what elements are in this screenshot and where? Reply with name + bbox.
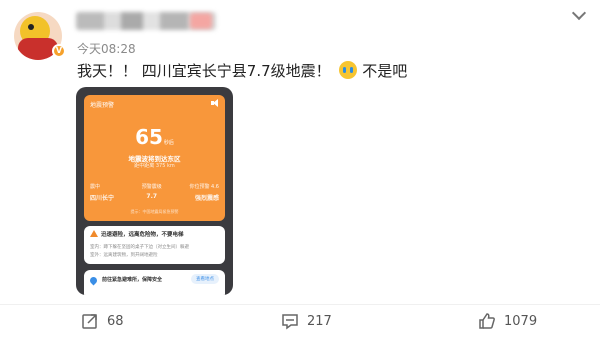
- countdown-value: 65: [135, 125, 163, 149]
- sound-icon: [211, 99, 219, 107]
- repost-icon: [82, 314, 97, 329]
- epicenter-value: 四川长宁: [90, 195, 115, 202]
- safety-tips-card: 迅速避险，远离危险物，不要电梯 室内：蹲下躲在坚固的桌子下边（对立生间）躲避 室…: [84, 226, 225, 264]
- comment-count: 217: [307, 313, 332, 329]
- location-pin-icon: [88, 275, 99, 286]
- weibo-post: V 今天08:28 我天！！ 四川宜宾长宁县7.7级地震！ 不是吧 地震预警 6…: [0, 0, 600, 345]
- tip-indoor: 室内：蹲下躲在坚固的桌子下边（对立生间）躲避: [90, 245, 189, 250]
- warning-line: 迅速避险，远离危险物，不要电梯: [90, 230, 184, 238]
- earthquake-alert-card: 地震预警 65秒后 地震波将到达东区 距中距离 375 km 震中 四川长宁 预警…: [84, 95, 225, 221]
- post-text-tail: 不是吧: [362, 62, 408, 80]
- repost-count: 68: [107, 313, 124, 329]
- alert-distance: 距中距离 375 km: [134, 163, 175, 169]
- intensity-label: 你位预警 4.6: [189, 184, 219, 190]
- repost-button[interactable]: 68: [81, 312, 124, 330]
- verified-badge: V: [52, 44, 66, 58]
- like-icon: [479, 313, 495, 329]
- alert-footer: 提示：中国地震局紧急预警: [130, 209, 179, 214]
- epicenter-label: 震中: [90, 184, 101, 190]
- action-bar: 68 217 1079: [0, 312, 600, 334]
- post-image-screenshot[interactable]: 地震预警 65秒后 地震波将到达东区 距中距离 375 km 震中 四川长宁 预警…: [76, 87, 233, 295]
- alert-title: 地震预警: [90, 102, 115, 109]
- alert-stats: 震中四川长宁 预警震级 7.7 你位预警 4.6 强烈震感: [90, 183, 219, 202]
- shelter-text: 前往紧急避难所，保障安全: [102, 277, 163, 283]
- local-intensity: 你位预警 4.6 强烈震感: [189, 183, 219, 202]
- warning-icon: [90, 230, 98, 237]
- magnitude-label: 预警震级: [141, 184, 162, 190]
- epicenter: 震中 四川长宁: [90, 183, 114, 202]
- shelter-card: 前往紧急避难所，保障安全 查看地点: [84, 270, 225, 295]
- comment-icon: [282, 314, 298, 330]
- like-button[interactable]: 1079: [478, 312, 537, 330]
- crying-emoji-icon: [339, 61, 358, 79]
- comment-button[interactable]: 217: [281, 312, 332, 330]
- magnitude-value: 7.7: [146, 193, 158, 200]
- post-text: 我天！！ 四川宜宾长宁县7.7级地震！ 不是吧: [77, 60, 407, 81]
- post-time: 今天08:28: [77, 42, 136, 56]
- countdown-unit: 秒后: [163, 140, 174, 146]
- countdown: 65秒后: [84, 125, 225, 149]
- intensity-value: 强烈震感: [194, 195, 219, 202]
- user-level-badge: [190, 13, 212, 29]
- magnitude: 预警震级 7.7: [142, 183, 162, 202]
- like-count: 1079: [504, 313, 538, 329]
- chevron-down-icon[interactable]: [572, 8, 586, 22]
- warning-text: 迅速避险，远离危险物，不要电梯: [101, 232, 184, 238]
- tip-outdoor: 室外：远离建筑物，到开阔地避险: [90, 253, 158, 258]
- view-shelter-button: 查看地点: [191, 274, 219, 284]
- post-text-main: 我天！！ 四川宜宾长宁县7.7级地震！: [77, 62, 331, 80]
- divider: [0, 304, 600, 305]
